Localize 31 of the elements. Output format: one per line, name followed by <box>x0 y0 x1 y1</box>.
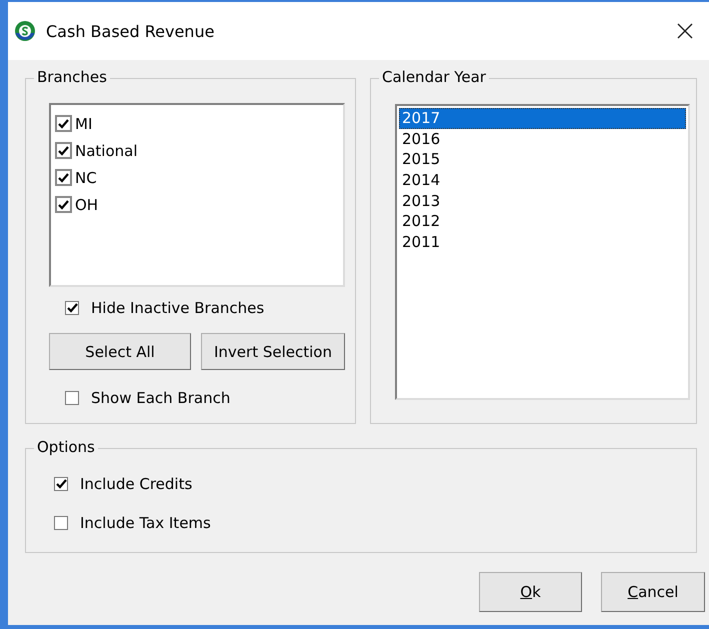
list-item[interactable]: 2011 <box>399 232 686 253</box>
list-item[interactable]: National <box>75 142 138 160</box>
select-all-button[interactable]: Select All <box>49 333 191 370</box>
list-item[interactable]: NC <box>75 168 97 186</box>
window-title: Cash Based Revenue <box>46 22 216 40</box>
checkbox-label: Hide Inactive Branches <box>91 299 264 317</box>
list-item[interactable]: 2015 <box>399 149 686 170</box>
cancel-button[interactable]: Cancel <box>601 572 705 612</box>
checkbox[interactable] <box>55 115 72 132</box>
invert-selection-button[interactable]: Invert Selection <box>201 333 345 370</box>
checkbox[interactable] <box>65 391 79 405</box>
ok-button[interactable]: Ok <box>479 572 582 612</box>
checkbox[interactable] <box>54 477 68 491</box>
group-label: Options <box>34 438 98 456</box>
checkbox[interactable] <box>55 169 72 186</box>
checkbox-label: Include Credits <box>80 475 192 493</box>
checkbox[interactable] <box>55 196 72 213</box>
checkbox[interactable] <box>55 142 72 159</box>
list-item[interactable]: 2012 <box>399 211 686 232</box>
checkbox-label: Include Tax Items <box>80 514 211 532</box>
list-item[interactable]: 2016 <box>399 128 686 150</box>
checkbox[interactable] <box>54 516 68 530</box>
close-icon <box>677 23 693 39</box>
list-item[interactable]: OH <box>75 196 98 214</box>
checkbox-label: Show Each Branch <box>91 389 230 407</box>
app-icon <box>14 20 36 42</box>
list-item[interactable]: 2017 <box>399 108 686 129</box>
list-item[interactable]: 2014 <box>399 170 686 191</box>
checkbox[interactable] <box>65 301 79 315</box>
list-item[interactable]: 2013 <box>399 190 686 212</box>
list-item[interactable]: MI <box>75 114 92 132</box>
